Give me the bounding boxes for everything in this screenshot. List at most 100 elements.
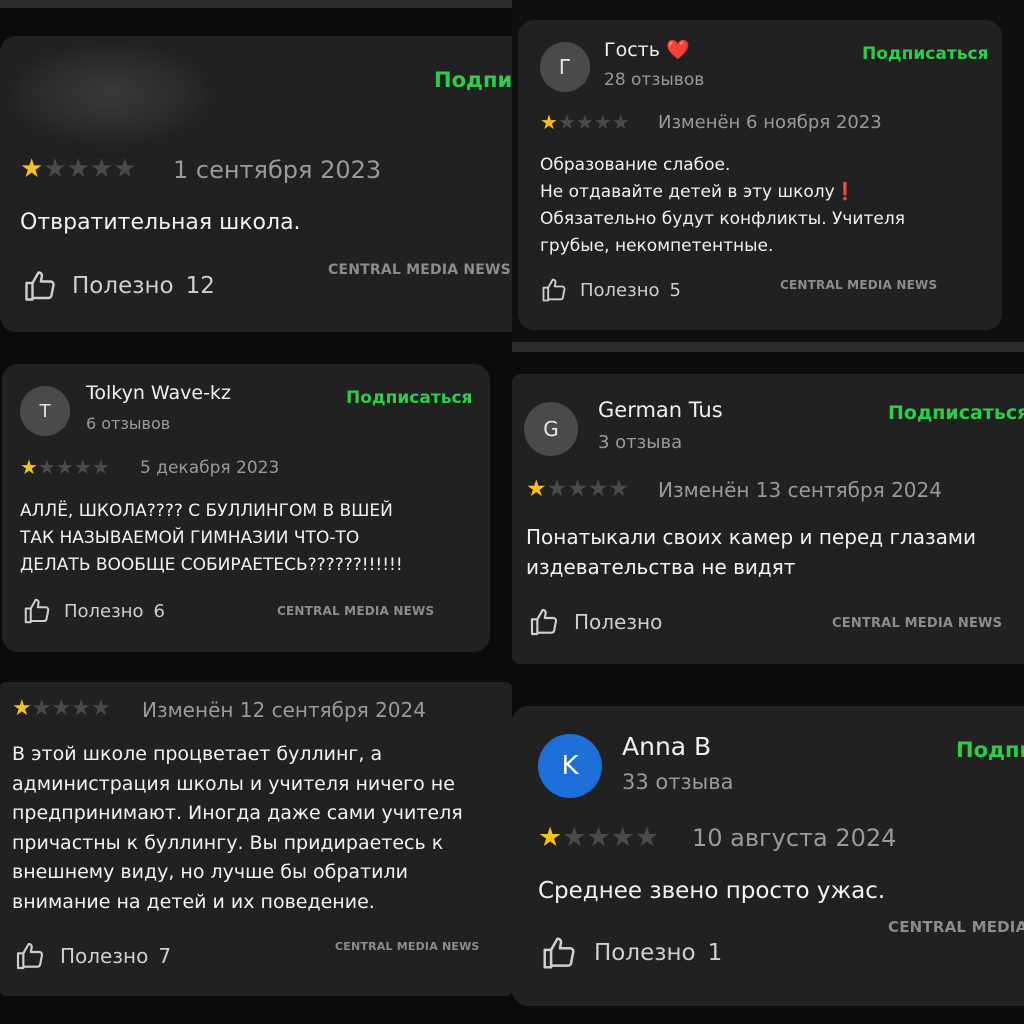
star-empty-icon: ★ xyxy=(37,455,56,479)
review-text: Среднее звено просто ужас. xyxy=(538,878,886,904)
useful-button[interactable]: Полезно 7 xyxy=(14,940,171,972)
rating-stars: ★ ★ ★ ★ ★ xyxy=(538,824,659,851)
review-date: 5 декабря 2023 xyxy=(140,458,280,478)
star-filled-icon: ★ xyxy=(20,455,38,479)
useful-count: 5 xyxy=(669,279,681,301)
thumbs-up-icon xyxy=(22,596,52,626)
useful-count: 7 xyxy=(158,944,172,968)
avatar: Г xyxy=(540,42,590,92)
star-filled-icon: ★ xyxy=(540,110,558,134)
watermark: CENTRAL MEDIA NEWS xyxy=(328,262,511,278)
review-date: Изменён 6 ноября 2023 xyxy=(658,112,882,133)
star-empty-icon: ★ xyxy=(608,476,630,502)
review-tile-5: ★ ★ ★ ★ ★ Изменён 12 сентября 2024 В это… xyxy=(0,680,512,1024)
rating-stars: ★ ★ ★ ★ ★ xyxy=(12,698,111,720)
useful-button[interactable]: Полезно 5 xyxy=(540,276,681,304)
useful-count: 12 xyxy=(185,273,215,299)
useful-button[interactable]: Полезно xyxy=(528,606,662,638)
star-empty-icon: ★ xyxy=(575,110,594,134)
subscribe-button[interactable]: Подпи xyxy=(434,68,512,92)
author-name: Tolkyn Wave-kz xyxy=(86,382,231,404)
rating-stars: ★ ★ ★ ★ ★ xyxy=(20,457,110,477)
watermark: CENTRAL MEDIA NEWS xyxy=(832,616,1003,631)
review-card: K Anna B 33 отзыва Подпи ★ ★ ★ ★ ★ 10 ав… xyxy=(512,706,1024,1006)
subscribe-button[interactable]: Подписаться xyxy=(888,402,1024,424)
thumbs-up-icon xyxy=(528,606,560,638)
review-card: T Tolkyn Wave-kz 6 отзывов Подписаться ★… xyxy=(2,364,490,652)
star-empty-icon: ★ xyxy=(113,154,137,184)
thumbs-up-icon xyxy=(540,276,568,304)
star-empty-icon: ★ xyxy=(71,696,91,721)
author-name: Гость ❤️ xyxy=(604,38,690,61)
star-empty-icon: ★ xyxy=(557,110,576,134)
useful-button[interactable]: Полезно 1 xyxy=(540,934,722,972)
star-empty-icon: ★ xyxy=(634,822,660,853)
review-tile-4: G German Tus 3 отзыва Подписаться ★ ★ ★ … xyxy=(512,342,1024,680)
thumbs-up-icon xyxy=(540,934,578,972)
useful-count: 1 xyxy=(707,940,723,966)
review-card: Г Гость ❤️ 28 отзывов Подписаться ★ ★ ★ … xyxy=(518,20,1002,330)
reviews-count: 28 отзывов xyxy=(604,70,705,90)
review-date: 10 августа 2024 xyxy=(692,824,897,852)
star-empty-icon: ★ xyxy=(43,154,67,184)
review-text: В этой школе процветает буллинг, а админ… xyxy=(12,743,463,913)
subscribe-button[interactable]: Подпи xyxy=(956,738,1024,762)
watermark: CENTRAL MEDIA NEWS xyxy=(277,604,435,618)
rating-stars: ★ ★ ★ ★ ★ xyxy=(526,478,629,501)
star-empty-icon: ★ xyxy=(66,154,90,184)
star-filled-icon: ★ xyxy=(538,822,563,853)
useful-label: Полезно xyxy=(64,600,144,622)
subscribe-button[interactable]: Подписаться xyxy=(862,44,988,64)
reviews-count: 33 отзыва xyxy=(622,770,734,794)
star-empty-icon: ★ xyxy=(610,822,635,853)
reviews-count: 6 отзывов xyxy=(86,414,171,433)
useful-button[interactable]: Полезно 12 xyxy=(22,268,215,304)
watermark: CENTRAL MEDIA NEWS xyxy=(780,278,938,292)
review-text: Образование слабое. Не отдавайте детей в… xyxy=(540,155,905,256)
star-empty-icon: ★ xyxy=(562,822,587,853)
review-date: Изменён 12 сентября 2024 xyxy=(142,698,426,722)
review-date: Изменён 13 сентября 2024 xyxy=(658,478,942,502)
blurred-author xyxy=(10,44,210,144)
thumbs-up-icon xyxy=(22,268,58,304)
watermark: CENTRAL MEDIA NEWS xyxy=(335,940,480,953)
star-empty-icon: ★ xyxy=(89,154,114,184)
review-tile-3: T Tolkyn Wave-kz 6 отзывов Подписаться ★… xyxy=(0,342,512,680)
useful-count: 6 xyxy=(153,600,165,622)
useful-label: Полезно xyxy=(72,273,174,299)
star-empty-icon: ★ xyxy=(567,476,588,502)
avatar: G xyxy=(524,402,578,456)
review-text: Понатыкали своих камер и перед глазами и… xyxy=(526,525,976,579)
subscribe-button[interactable]: Подписаться xyxy=(346,388,472,408)
star-empty-icon: ★ xyxy=(586,822,611,853)
useful-label: Полезно xyxy=(60,944,149,968)
rating-stars: ★ ★ ★ ★ ★ xyxy=(540,112,630,132)
avatar: T xyxy=(20,386,70,436)
star-filled-icon: ★ xyxy=(12,696,32,721)
star-empty-icon: ★ xyxy=(587,476,609,502)
star-empty-icon: ★ xyxy=(91,455,110,479)
review-tile-6: K Anna B 33 отзыва Подпи ★ ★ ★ ★ ★ 10 ав… xyxy=(512,680,1024,1024)
review-tile-2: Г Гость ❤️ 28 отзывов Подписаться ★ ★ ★ … xyxy=(512,0,1024,342)
reviews-count: 3 отзыва xyxy=(598,432,683,453)
review-text: Отвратительная школа. xyxy=(20,210,301,235)
useful-button[interactable]: Полезно 6 xyxy=(22,596,165,626)
review-text: АЛЛЁ, ШКОЛА???? С БУЛЛИНГОМ В ВШЕЙ ТАК Н… xyxy=(20,501,403,575)
useful-label: Полезно xyxy=(574,610,663,634)
star-empty-icon: ★ xyxy=(611,110,630,134)
top-divider xyxy=(0,0,512,8)
author-name: Anna B xyxy=(622,732,712,761)
star-empty-icon: ★ xyxy=(51,696,72,721)
author-name-text: Гость xyxy=(604,39,660,61)
review-date: 1 сентября 2023 xyxy=(173,156,382,184)
review-card: G German Tus 3 отзыва Подписаться ★ ★ ★ … xyxy=(512,374,1024,664)
star-empty-icon: ★ xyxy=(55,455,74,479)
watermark: CENTRAL MEDIA xyxy=(888,918,1024,936)
review-tile-1: Подпи ★ ★ ★ ★ ★ 1 сентября 2023 Отвратит… xyxy=(0,0,512,342)
author-name: German Tus xyxy=(598,398,723,422)
star-empty-icon: ★ xyxy=(73,455,92,479)
rating-stars: ★ ★ ★ ★ ★ xyxy=(20,156,137,182)
useful-label: Полезно xyxy=(594,940,696,966)
review-card: Подпи ★ ★ ★ ★ ★ 1 сентября 2023 Отвратит… xyxy=(0,36,512,332)
star-filled-icon: ★ xyxy=(526,476,547,502)
